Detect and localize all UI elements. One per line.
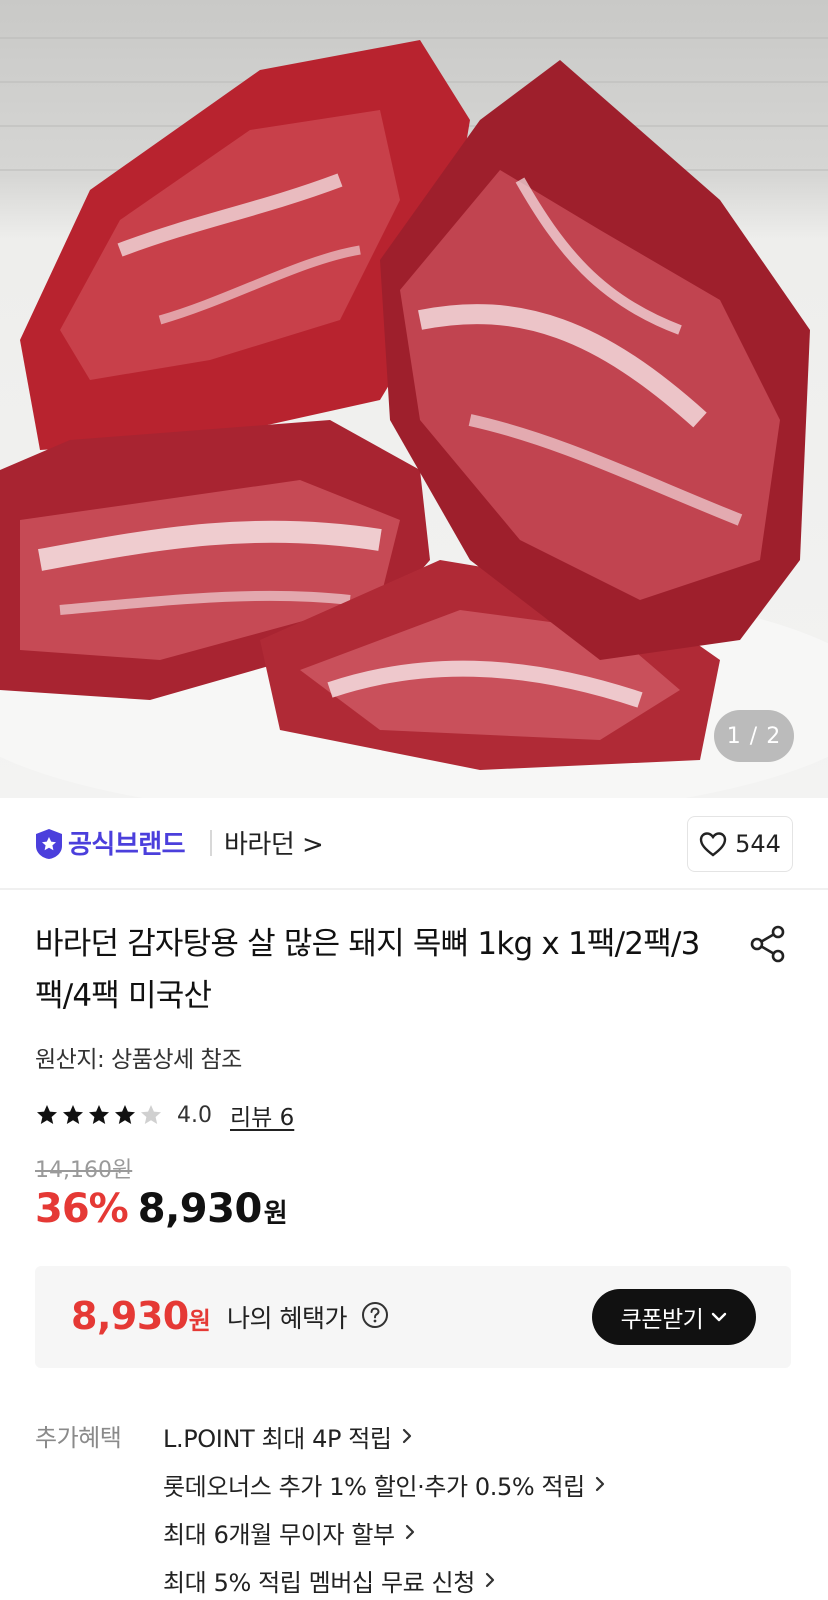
sale-price: 8,930 bbox=[137, 1186, 263, 1232]
benefit-label: 나의 혜택가 bbox=[227, 1304, 347, 1333]
rating-row: 4.0 리뷰 6 bbox=[35, 1098, 294, 1132]
star-empty-icon bbox=[141, 1105, 161, 1124]
like-count: 544 bbox=[735, 830, 781, 858]
rating-value: 4.0 bbox=[177, 1102, 212, 1128]
product-image-gallery[interactable]: 1 / 2 bbox=[0, 0, 828, 798]
benefit-price-box: 8,930원 나의 혜택가 쿠폰받기 bbox=[35, 1266, 791, 1368]
extra-benefit-installment[interactable]: 최대 6개월 무이자 할부 bbox=[163, 1508, 607, 1556]
star-filled-icon bbox=[89, 1105, 109, 1124]
extra-benefits-list: L.POINT 최대 4P 적립 롯데오너스 추가 1% 할인·추가 0.5% … bbox=[163, 1412, 607, 1600]
discount-rate: 36% bbox=[35, 1186, 129, 1232]
star-filled-icon bbox=[115, 1105, 135, 1124]
official-brand-label: 공식브랜드 bbox=[68, 830, 186, 860]
star-rating bbox=[35, 1103, 163, 1127]
extra-benefit-lotte-honors[interactable]: 롯데오너스 추가 1% 할인·추가 0.5% 적립 bbox=[163, 1460, 607, 1508]
chevron-right-icon bbox=[595, 1476, 604, 1492]
original-price: 14,160원 bbox=[35, 1158, 133, 1183]
brand-store-link[interactable]: 바라던 > bbox=[224, 824, 324, 861]
share-icon[interactable] bbox=[748, 924, 788, 964]
star-filled-icon bbox=[37, 1105, 57, 1124]
price-row: 36% 8,930 원 bbox=[35, 1186, 288, 1232]
benefit-price-value: 8,930 bbox=[71, 1294, 189, 1338]
question-circle-icon[interactable] bbox=[361, 1301, 389, 1329]
coupon-button-label: 쿠폰받기 bbox=[620, 1307, 704, 1333]
extra-benefit-text: L.POINT 최대 4P 적립 bbox=[163, 1424, 392, 1453]
chevron-right-icon bbox=[405, 1524, 414, 1540]
coupon-download-button[interactable]: 쿠폰받기 bbox=[592, 1289, 756, 1345]
benefit-price: 8,930원 bbox=[71, 1294, 211, 1338]
review-link[interactable]: 리뷰 6 bbox=[230, 1098, 294, 1132]
divider bbox=[210, 830, 212, 856]
star-filled-icon bbox=[63, 1105, 83, 1124]
chevron-right-icon bbox=[402, 1428, 411, 1444]
extra-benefit-text: 최대 6개월 무이자 할부 bbox=[163, 1520, 395, 1549]
extra-benefit-membership[interactable]: 최대 5% 적립 멤버십 무료 신청 bbox=[163, 1556, 607, 1600]
benefit-price-unit: 원 bbox=[188, 1307, 211, 1335]
extra-benefit-text: 최대 5% 적립 멤버십 무료 신청 bbox=[163, 1568, 475, 1597]
chevron-down-icon bbox=[712, 1312, 727, 1322]
extra-benefit-text: 롯데오너스 추가 1% 할인·추가 0.5% 적립 bbox=[163, 1472, 585, 1501]
origin-info: 원산지: 상품상세 참조 bbox=[35, 1047, 242, 1073]
product-title: 바라던 감자탕용 살 많은 돼지 목뼈 1kg x 1팩/2팩/3팩/4팩 미국… bbox=[35, 926, 700, 1014]
extra-benefits-label: 추가혜택 bbox=[35, 1424, 122, 1452]
price-unit: 원 bbox=[263, 1199, 288, 1229]
heart-icon bbox=[699, 832, 727, 857]
like-button[interactable]: 544 bbox=[687, 816, 793, 872]
extra-benefit-lpoint[interactable]: L.POINT 최대 4P 적립 bbox=[163, 1412, 607, 1460]
official-brand-shield-icon bbox=[36, 829, 62, 859]
product-photo bbox=[0, 37, 828, 798]
chevron-right-icon bbox=[485, 1572, 495, 1588]
image-pager: 1 / 2 bbox=[714, 710, 794, 762]
